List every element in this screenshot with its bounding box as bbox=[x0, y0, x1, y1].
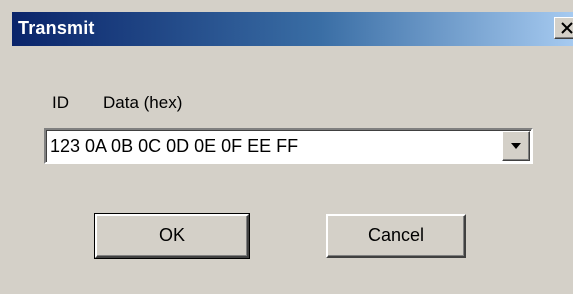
dropdown-button[interactable] bbox=[502, 131, 530, 161]
id-label: ID bbox=[52, 93, 69, 112]
title-bar[interactable]: Transmit bbox=[12, 12, 573, 46]
close-icon bbox=[561, 22, 573, 34]
cancel-button[interactable]: Cancel bbox=[326, 214, 466, 258]
ok-button[interactable]: OK bbox=[94, 213, 250, 259]
close-button[interactable] bbox=[554, 17, 573, 39]
data-hex-label: Data (hex) bbox=[103, 93, 183, 112]
message-value[interactable]: 123 0A 0B 0C 0D 0E 0F EE FF bbox=[50, 136, 298, 157]
chevron-down-icon bbox=[511, 143, 521, 149]
message-combobox[interactable]: 123 0A 0B 0C 0D 0E 0F EE FF bbox=[44, 128, 533, 164]
transmit-dialog: Transmit ID Data (hex) 123 0A 0B 0C 0D 0… bbox=[0, 0, 573, 294]
window-title: Transmit bbox=[18, 18, 95, 38]
